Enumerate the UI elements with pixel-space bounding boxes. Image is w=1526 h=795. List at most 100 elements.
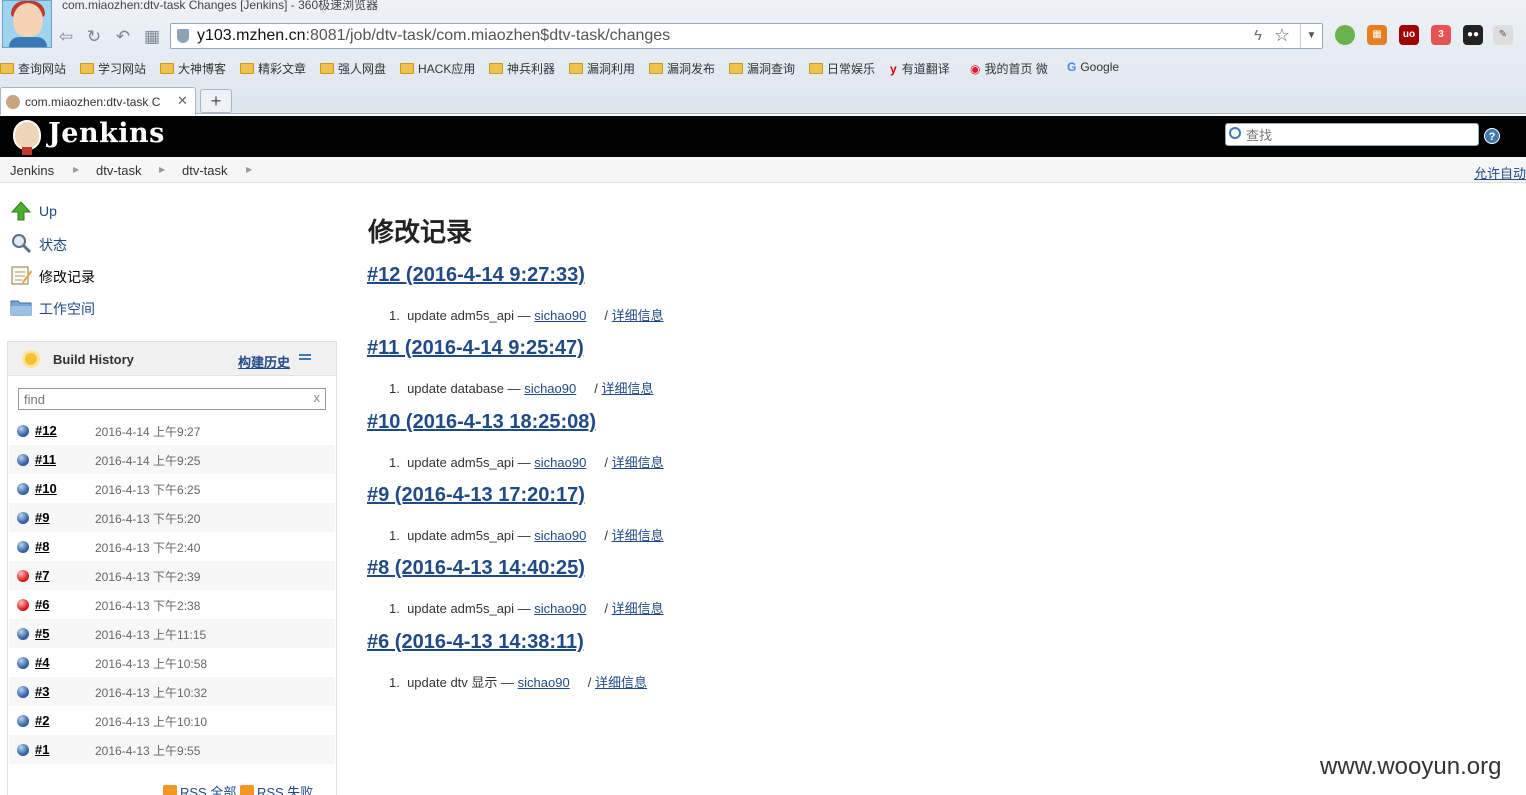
status-ball-icon[interactable]: [17, 599, 29, 611]
build-date-link[interactable]: 2016-4-14 上午9:27: [95, 423, 200, 440]
build-date-link[interactable]: 2016-4-13 上午10:10: [95, 713, 207, 730]
build-filter-input[interactable]: [24, 391, 304, 407]
build-number-link[interactable]: #3: [35, 684, 49, 699]
build-number-link[interactable]: #11: [35, 452, 56, 467]
grid-icon[interactable]: ▦: [142, 27, 162, 47]
breadcrumb-dtv-task[interactable]: dtv-task: [96, 163, 142, 178]
build-number-link[interactable]: #4: [35, 655, 49, 670]
build-date-link[interactable]: 2016-4-13 下午2:39: [95, 568, 200, 585]
jenkins-logo-icon[interactable]: [10, 119, 44, 155]
changeset-heading[interactable]: #8 (2016-4-13 14:40:25): [367, 557, 585, 580]
green-status-icon[interactable]: [1335, 25, 1355, 45]
build-trend-link[interactable]: 构建历史: [238, 352, 290, 371]
build-date-link[interactable]: 2016-4-13 上午9:55: [95, 742, 200, 759]
status-ball-icon[interactable]: [17, 686, 29, 698]
bookmark-item[interactable]: 强人网盘: [320, 60, 386, 77]
bookmark-item[interactable]: 精彩文章: [240, 60, 306, 77]
build-number-link[interactable]: #6: [35, 597, 49, 612]
bookmark-item[interactable]: 查询网站: [0, 60, 66, 77]
author-link[interactable]: sichao90: [534, 601, 586, 616]
address-url[interactable]: y103.mzhen.cn:8081/job/dtv-task/com.miao…: [197, 27, 670, 45]
status-ball-icon[interactable]: [17, 744, 29, 756]
bookmark-item[interactable]: 漏洞查询: [729, 60, 795, 77]
changeset-heading[interactable]: #10 (2016-4-13 18:25:08): [367, 411, 596, 434]
detail-link[interactable]: 详细信息: [612, 455, 664, 470]
status-ball-icon[interactable]: [17, 715, 29, 727]
build-number-link[interactable]: #10: [35, 481, 57, 496]
build-number-link[interactable]: #12: [35, 423, 57, 438]
build-date-link[interactable]: 2016-4-13 下午6:25: [95, 481, 200, 498]
close-icon[interactable]: ✕: [177, 93, 188, 109]
collapse-icon[interactable]: [299, 354, 311, 360]
bookmark-item[interactable]: 日常娱乐: [809, 60, 875, 77]
extension-feather-icon[interactable]: ✎: [1493, 25, 1513, 45]
status-ball-icon[interactable]: [17, 541, 29, 553]
status-ball-icon[interactable]: [17, 454, 29, 466]
build-date-link[interactable]: 2016-4-13 下午2:38: [95, 597, 200, 614]
build-date-link[interactable]: 2016-4-14 上午9:25: [95, 452, 200, 469]
author-link[interactable]: sichao90: [534, 455, 586, 470]
rss-all-link[interactable]: RSS 全部: [163, 785, 236, 795]
changeset-heading[interactable]: #6 (2016-4-13 14:38:11): [367, 631, 584, 654]
extension-red-icon[interactable]: 3: [1431, 25, 1451, 45]
detail-link[interactable]: 详细信息: [612, 601, 664, 616]
auto-refresh-link[interactable]: 允许自动: [1474, 163, 1526, 182]
status-ball-icon[interactable]: [17, 483, 29, 495]
build-date-link[interactable]: 2016-4-13 上午11:15: [95, 626, 206, 643]
detail-link[interactable]: 详细信息: [612, 308, 664, 323]
bookmark-youdao[interactable]: y 有道翻译: [890, 60, 950, 77]
extension-glasses-icon[interactable]: ●●: [1463, 25, 1483, 45]
bookmark-item[interactable]: 学习网站: [80, 60, 146, 77]
detail-link[interactable]: 详细信息: [595, 675, 647, 690]
clear-icon[interactable]: x: [314, 390, 321, 405]
star-icon[interactable]: ☆: [1274, 25, 1290, 46]
build-date-link[interactable]: 2016-4-13 上午10:58: [95, 655, 207, 672]
tab-active[interactable]: com.miaozhen:dtv-task C ✕: [0, 87, 196, 115]
changeset-heading[interactable]: #9 (2016-4-13 17:20:17): [367, 484, 585, 507]
detail-link[interactable]: 详细信息: [612, 528, 664, 543]
bookmark-weibo[interactable]: ◉ 我的首页 微: [970, 60, 1048, 77]
author-link[interactable]: sichao90: [534, 308, 586, 323]
build-date-link[interactable]: 2016-4-13 下午5:20: [95, 510, 200, 527]
extension-orange-icon[interactable]: ▦: [1367, 25, 1387, 45]
chevron-down-icon[interactable]: ▼: [1300, 24, 1322, 48]
build-number-link[interactable]: #1: [35, 742, 49, 757]
build-filter[interactable]: x: [18, 388, 326, 410]
build-number-link[interactable]: #9: [35, 510, 49, 525]
bookmark-item[interactable]: 漏洞发布: [649, 60, 715, 77]
chevron-right-icon[interactable]: ▶: [159, 165, 165, 174]
search-box[interactable]: [1225, 123, 1479, 146]
lightning-icon[interactable]: ϟ: [1254, 27, 1262, 44]
undo-icon[interactable]: ↶: [113, 27, 133, 47]
ublock-icon[interactable]: uo: [1399, 25, 1419, 45]
breadcrumb-dtv-task-module[interactable]: dtv-task: [182, 163, 228, 178]
bookmark-item[interactable]: 漏洞利用: [569, 60, 635, 77]
jenkins-title[interactable]: Jenkins: [48, 118, 165, 149]
build-number-link[interactable]: #7: [35, 568, 49, 583]
chevron-right-icon[interactable]: ▶: [246, 165, 252, 174]
status-ball-icon[interactable]: [17, 512, 29, 524]
back-icon[interactable]: ⇦: [56, 27, 76, 47]
build-date-link[interactable]: 2016-4-13 上午10:32: [95, 684, 207, 701]
author-link[interactable]: sichao90: [518, 675, 570, 690]
detail-link[interactable]: 详细信息: [602, 381, 654, 396]
author-link[interactable]: sichao90: [534, 528, 586, 543]
author-link[interactable]: sichao90: [524, 381, 576, 396]
help-icon[interactable]: ?: [1484, 128, 1500, 144]
new-tab-button[interactable]: +: [200, 89, 232, 113]
build-number-link[interactable]: #2: [35, 713, 49, 728]
breadcrumb-jenkins[interactable]: Jenkins: [10, 163, 54, 178]
refresh-icon[interactable]: ↻: [84, 27, 104, 47]
address-bar[interactable]: y103.mzhen.cn:8081/job/dtv-task/com.miao…: [170, 23, 1323, 49]
rss-failed-link[interactable]: RSS 失败: [239, 785, 313, 795]
build-number-link[interactable]: #8: [35, 539, 49, 554]
status-ball-icon[interactable]: [17, 657, 29, 669]
chevron-right-icon[interactable]: ▶: [73, 165, 79, 174]
bookmark-item[interactable]: HACK应用: [400, 60, 475, 77]
bookmark-item[interactable]: 神兵利器: [489, 60, 555, 77]
search-input[interactable]: [1246, 126, 1466, 144]
bookmark-google[interactable]: G Google: [1067, 60, 1119, 74]
changeset-heading[interactable]: #11 (2016-4-14 9:25:47): [367, 337, 584, 360]
build-date-link[interactable]: 2016-4-13 下午2:40: [95, 539, 200, 556]
changeset-heading[interactable]: #12 (2016-4-14 9:27:33): [367, 264, 585, 287]
